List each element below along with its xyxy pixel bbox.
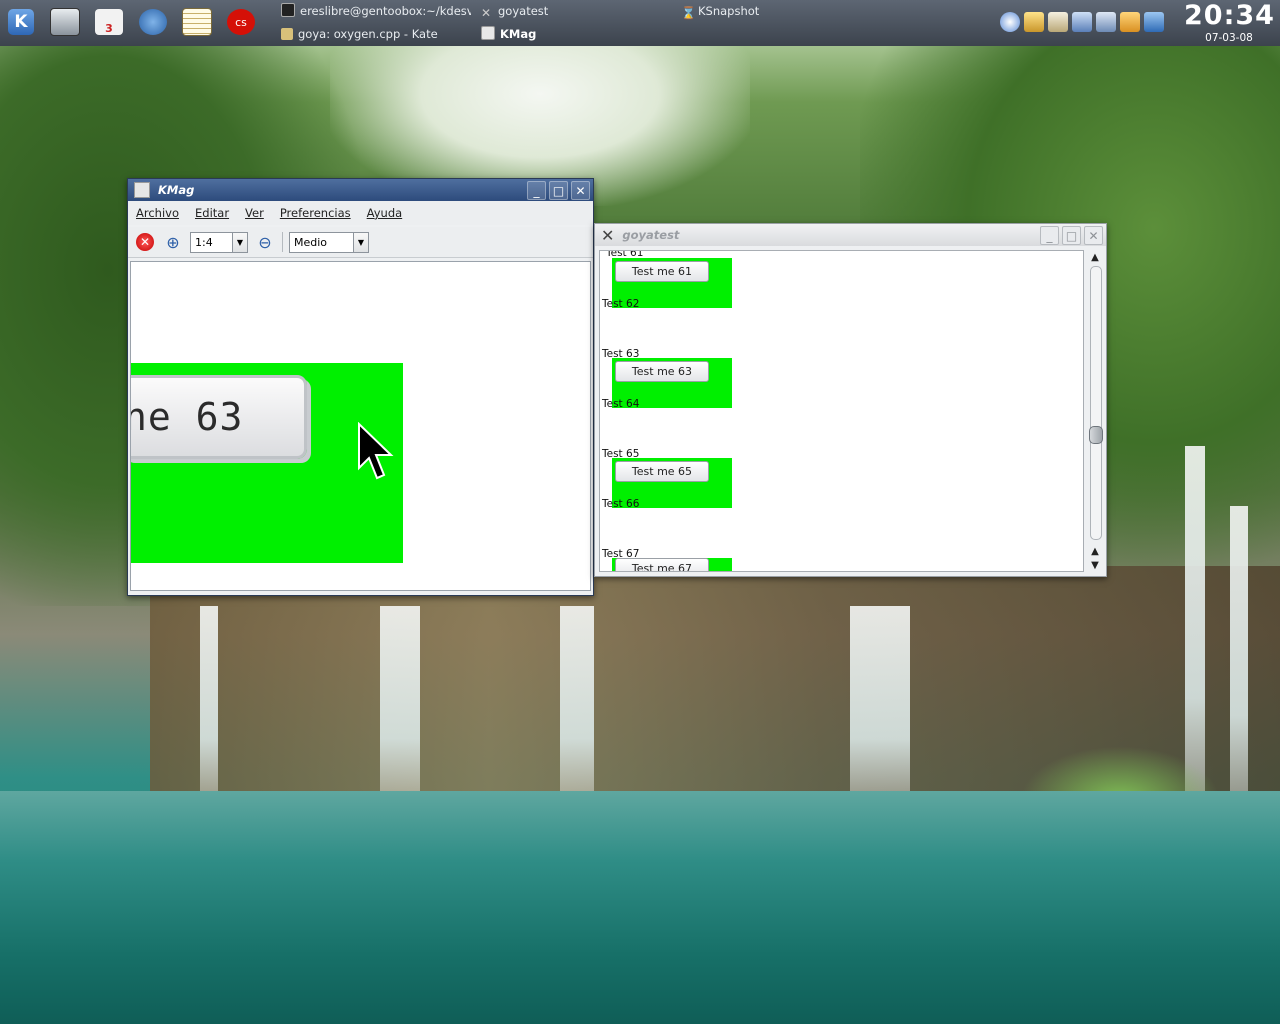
- magnified-button: ne 63: [130, 375, 307, 459]
- menu-editar[interactable]: Editar: [187, 206, 237, 220]
- kmag-window: KMag _ □ ✕ Archivo Editar Ver Preferenci…: [127, 178, 594, 596]
- test-label: Test 62: [602, 298, 640, 310]
- system-tray: [1000, 12, 1164, 32]
- kmag-app-icon: [134, 182, 150, 198]
- calendar-launcher[interactable]: 3: [92, 5, 126, 39]
- quality-select[interactable]: Medio ▼: [289, 231, 369, 253]
- scroll-track[interactable]: [1090, 266, 1102, 540]
- vertical-scrollbar[interactable]: ▲ ▲ ▼: [1087, 250, 1103, 572]
- kate-icon: [281, 28, 293, 40]
- kde-menu-button[interactable]: K: [4, 5, 38, 39]
- clipboard-icon[interactable]: [1048, 12, 1068, 32]
- kmag-icon: [481, 26, 495, 40]
- goyatest-window: ✕ goyatest _ □ ✕ Test 61 Test me 61 Test…: [594, 223, 1107, 577]
- maximize-button[interactable]: □: [549, 181, 568, 200]
- hourglass-icon: ⌛: [681, 6, 696, 20]
- kde-panel: K 3 cs ereslibre@gentoobox:~/kdesv ✕ goya…: [0, 0, 1280, 46]
- kde-menu-icon: K: [8, 9, 34, 35]
- task-goyatest[interactable]: ✕ goyatest: [481, 1, 661, 21]
- users-icon[interactable]: [1072, 12, 1092, 32]
- goyatest-titlebar[interactable]: ✕ goyatest _ □ ✕: [595, 224, 1106, 246]
- magnified-button-label: ne 63: [130, 395, 244, 439]
- task-kmag[interactable]: KMag: [481, 24, 661, 44]
- x-app-icon: ✕: [481, 6, 492, 20]
- task-konsole[interactable]: ereslibre@gentoobox:~/kdesv: [281, 1, 471, 21]
- clock[interactable]: 20:34 07-03-08: [1184, 0, 1274, 44]
- chevron-down-icon: ▼: [232, 232, 247, 252]
- minimize-icon: _: [1046, 228, 1053, 243]
- test-label: Test 66: [602, 498, 640, 510]
- text-editor-launcher[interactable]: [180, 5, 214, 39]
- monitor-icon[interactable]: [1144, 12, 1164, 32]
- menu-bar: Archivo Editar Ver Preferencias Ayuda: [128, 201, 593, 225]
- kmag-titlebar[interactable]: KMag _ □ ✕: [128, 179, 593, 201]
- scroll-up-button[interactable]: ▲: [1087, 250, 1103, 264]
- window-title: goyatest: [622, 228, 680, 242]
- zoom-in-button[interactable]: ⊕: [162, 231, 184, 253]
- zoom-out-button[interactable]: ⊖: [254, 231, 276, 253]
- web-browser-launcher[interactable]: [136, 5, 170, 39]
- minimize-icon: _: [533, 183, 540, 198]
- quality-value: Medio: [294, 235, 328, 249]
- keys-icon[interactable]: [1024, 12, 1044, 32]
- terminal-icon: [281, 3, 295, 17]
- scroll-down-button[interactable]: ▼: [1087, 558, 1103, 572]
- zoom-in-icon: ⊕: [166, 232, 180, 252]
- folder-icon[interactable]: [1120, 12, 1140, 32]
- zoom-value: 1:4: [195, 235, 213, 249]
- lastfm-launcher[interactable]: cs: [224, 5, 258, 39]
- maximize-button[interactable]: □: [1062, 226, 1081, 245]
- menu-ayuda[interactable]: Ayuda: [359, 206, 411, 220]
- lastfm-icon: cs: [227, 9, 255, 35]
- menu-archivo[interactable]: Archivo: [128, 206, 187, 220]
- web-browser-icon: [139, 9, 167, 35]
- maximize-icon: □: [552, 183, 565, 198]
- test-me-61-button[interactable]: Test me 61: [615, 261, 709, 282]
- task-kate[interactable]: goya: oxygen.cpp - Kate: [281, 24, 471, 44]
- toolbar-separator: [282, 232, 283, 252]
- stop-icon: ✕: [136, 233, 154, 251]
- menu-ver[interactable]: Ver: [237, 206, 272, 220]
- chevron-down-icon: ▼: [353, 232, 368, 252]
- maximize-icon: □: [1065, 228, 1078, 243]
- close-icon: ✕: [575, 183, 586, 198]
- close-icon: ✕: [1088, 228, 1099, 243]
- minimize-button[interactable]: _: [527, 181, 546, 200]
- test-me-65-button[interactable]: Test me 65: [615, 461, 709, 482]
- test-label: Test 64: [602, 398, 640, 410]
- scroll-thumb[interactable]: [1089, 425, 1103, 444]
- network-icon[interactable]: [1000, 12, 1020, 32]
- calendar-icon: 3: [95, 9, 123, 35]
- test-me-67-button[interactable]: Test me 67: [615, 558, 709, 571]
- clock-time: 20:34: [1184, 0, 1275, 31]
- close-button[interactable]: ✕: [571, 181, 590, 200]
- stop-button[interactable]: ✕: [134, 231, 156, 253]
- test-me-63-button[interactable]: Test me 63: [615, 361, 709, 382]
- mouse-cursor-icon: [358, 422, 394, 480]
- computer-icon: [50, 8, 80, 36]
- toolbar: ✕ ⊕ 1:4 ▼ ⊖ Medio ▼: [128, 227, 593, 258]
- x-app-icon: ✕: [601, 225, 615, 245]
- display-switch-icon[interactable]: [1096, 12, 1116, 32]
- menu-preferencias[interactable]: Preferencias: [272, 206, 359, 220]
- zoom-out-icon: ⊖: [258, 232, 272, 252]
- minimize-button[interactable]: _: [1040, 226, 1059, 245]
- magnified-view[interactable]: ne 63: [130, 261, 591, 591]
- text-editor-icon: [182, 8, 212, 36]
- scroll-up-button-lower[interactable]: ▲: [1087, 544, 1103, 558]
- clock-date: 07-03-08: [1205, 32, 1253, 44]
- chevron-up-icon: ▲: [1091, 545, 1099, 557]
- computer-launcher[interactable]: [48, 5, 82, 39]
- scroll-area[interactable]: Test 61 Test me 61 Test 62 Test 63 Test …: [599, 250, 1084, 572]
- close-button[interactable]: ✕: [1084, 226, 1103, 245]
- window-title: KMag: [158, 183, 195, 197]
- chevron-up-icon: ▲: [1091, 251, 1099, 263]
- chevron-down-icon: ▼: [1091, 559, 1099, 571]
- task-ksnapshot[interactable]: ⌛ KSnapshot: [681, 1, 881, 21]
- zoom-select[interactable]: 1:4 ▼: [190, 231, 248, 253]
